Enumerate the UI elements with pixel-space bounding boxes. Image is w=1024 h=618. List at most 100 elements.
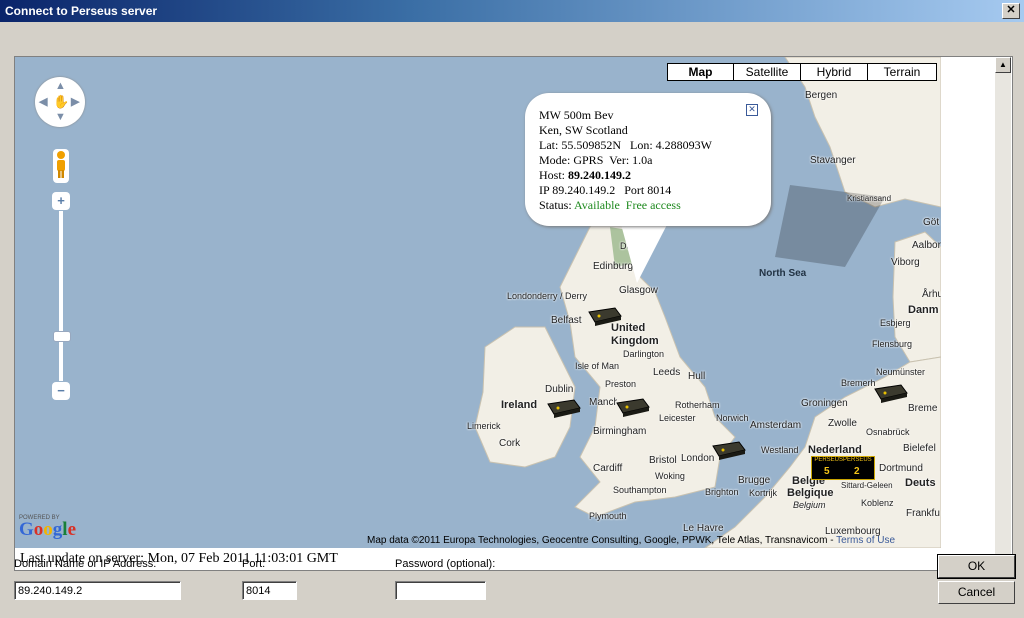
receiver-marker[interactable] — [546, 398, 581, 418]
balloon-host: Host: 89.240.149.2 — [539, 168, 632, 182]
place-label: Leeds — [653, 367, 681, 378]
pan-control[interactable]: ▲ ▼ ◀ ▶ ✋ — [35, 77, 85, 127]
place-label: Southampton — [613, 485, 667, 495]
place-label: Hull — [688, 371, 706, 382]
place-label: Aalbor — [912, 240, 941, 251]
place-label: Birmingham — [593, 426, 647, 437]
place-label: Sittard-Geleen — [841, 481, 893, 490]
balloon-pointer — [619, 217, 671, 283]
place-label: Belfast — [551, 315, 582, 326]
zoom-out-button[interactable]: − — [52, 382, 70, 400]
scroll-up-button[interactable]: ▲ — [995, 57, 1011, 73]
window-close-button[interactable]: ✕ — [1002, 3, 1020, 19]
badge-count-2: 2 — [854, 466, 860, 477]
place-label: Londonderry / Derry — [507, 291, 588, 301]
place-label: Frankfu — [906, 508, 940, 519]
place-label: Cardiff — [593, 463, 623, 474]
place-label: Limerick — [467, 421, 501, 431]
place-label: Cork — [499, 438, 521, 449]
password-label: Password (optional): — [395, 558, 496, 570]
place-label: Belgium — [793, 500, 826, 510]
place-label: Århu — [922, 289, 941, 300]
place-label: Isle of Man — [575, 361, 620, 371]
sea-label: North Sea — [759, 268, 807, 279]
place-label: Brugge — [738, 475, 771, 486]
vertical-scrollbar[interactable]: ▲ ▼ — [995, 57, 1011, 570]
street-view-pegman-icon[interactable] — [53, 149, 69, 183]
google-logo[interactable]: POWERED BY Google — [19, 515, 76, 539]
domain-label: Domain Name or IP Address: — [14, 558, 157, 570]
zoom-slider-handle[interactable] — [53, 331, 71, 342]
place-label: Amsterdam — [750, 420, 802, 431]
balloon-location: Ken, SW Scotland — [539, 123, 628, 137]
place-label: Koblenz — [861, 498, 894, 508]
receiver-marker[interactable] — [873, 383, 908, 403]
place-label: Manchester — [589, 397, 617, 408]
pan-left-icon[interactable]: ◀ — [39, 95, 47, 108]
badge-text: PERSEUSPERSEUS — [814, 457, 872, 463]
place-label: Belgique — [787, 487, 834, 499]
balloon-status: Status: Available Free access — [539, 198, 681, 212]
balloon-coords: Lat: 55.509852N Lon: 4.288093W — [539, 138, 712, 152]
place-label: Darlington — [623, 349, 665, 359]
google-wordmark: Google — [19, 519, 76, 540]
map-attribution: Map data ©2011 Europa Technologies, Geoc… — [367, 535, 896, 546]
pan-down-icon[interactable]: ▼ — [55, 111, 66, 123]
place-label: Zwolle — [828, 418, 857, 429]
place-label: Leicester — [659, 413, 696, 423]
ok-button[interactable]: OK — [937, 554, 1016, 579]
place-label: Bristol — [649, 455, 677, 466]
place-label: Göt — [923, 217, 940, 228]
perseus-cluster-badge[interactable]: PERSEUSPERSEUS 5 2 — [811, 456, 875, 480]
place-label: Esbjerg — [880, 318, 911, 328]
domain-input[interactable]: 89.240.149.2 — [14, 581, 181, 600]
receiver-marker[interactable] — [711, 440, 746, 460]
place-label: Stavanger — [810, 155, 856, 166]
maptype-hybrid-button[interactable]: Hybrid — [800, 63, 868, 81]
place-label: Dortmund — [879, 463, 923, 474]
place-label: Bergen — [805, 90, 838, 101]
zoom-in-button[interactable]: + — [52, 192, 70, 210]
place-label: Westland — [761, 445, 799, 455]
place-label: London — [681, 453, 715, 464]
maptype-satellite-button[interactable]: Satellite — [733, 63, 801, 81]
place-label: Bremerh — [841, 378, 876, 388]
place-label: Breme — [908, 403, 938, 414]
balloon-ip-port: IP 89.240.149.2 Port 8014 — [539, 183, 672, 197]
dialog-body: ▲ ▼ ◀ ▶ ✋ + − Map Satellite Hybrid Terra… — [0, 22, 1024, 618]
place-label: Flensburg — [872, 339, 913, 349]
port-input[interactable]: 8014 — [242, 581, 297, 600]
place-label: Kortrijk — [749, 488, 778, 498]
place-label: Nederland — [808, 444, 862, 456]
password-input[interactable] — [395, 581, 486, 600]
receiver-marker[interactable] — [587, 306, 622, 326]
place-label: Preston — [605, 379, 637, 389]
pan-right-icon[interactable]: ▶ — [71, 95, 79, 108]
place-label: Norwich — [716, 413, 749, 423]
place-label: Dublin — [545, 384, 574, 395]
place-label: Kristiansand — [847, 194, 892, 203]
port-label: Port: — [242, 558, 266, 570]
receiver-marker[interactable] — [615, 397, 650, 417]
balloon-mode: Mode: GPRS Ver: 1.0a — [539, 153, 653, 167]
zoom-slider-track[interactable] — [59, 211, 63, 381]
place-label: Plymouth — [589, 511, 627, 521]
cancel-button[interactable]: Cancel — [938, 581, 1015, 604]
place-label: Danm — [908, 304, 939, 316]
pan-up-icon[interactable]: ▲ — [55, 80, 66, 92]
place-label: Woking — [655, 471, 685, 481]
badge-count-1: 5 — [824, 466, 830, 477]
maptype-terrain-button[interactable]: Terrain — [867, 63, 937, 81]
place-label: Ireland — [501, 399, 538, 411]
map-frame: ▲ ▼ ◀ ▶ ✋ + − Map Satellite Hybrid Terra… — [14, 56, 1013, 571]
place-label: Viborg — [891, 257, 920, 268]
terms-of-use-link[interactable]: Terms of Use — [836, 535, 895, 546]
place-label: Deuts — [905, 477, 936, 489]
map-view[interactable]: ▲ ▼ ◀ ▶ ✋ + − Map Satellite Hybrid Terra… — [15, 57, 941, 548]
title-bar: Connect to Perseus server ✕ — [0, 0, 1024, 22]
place-label: Bielefel — [903, 443, 936, 454]
balloon-close-icon[interactable]: ✕ — [746, 104, 758, 116]
hand-icon[interactable]: ✋ — [53, 94, 69, 110]
maptype-map-button[interactable]: Map — [667, 63, 734, 81]
place-label: Le Havre — [683, 523, 724, 534]
